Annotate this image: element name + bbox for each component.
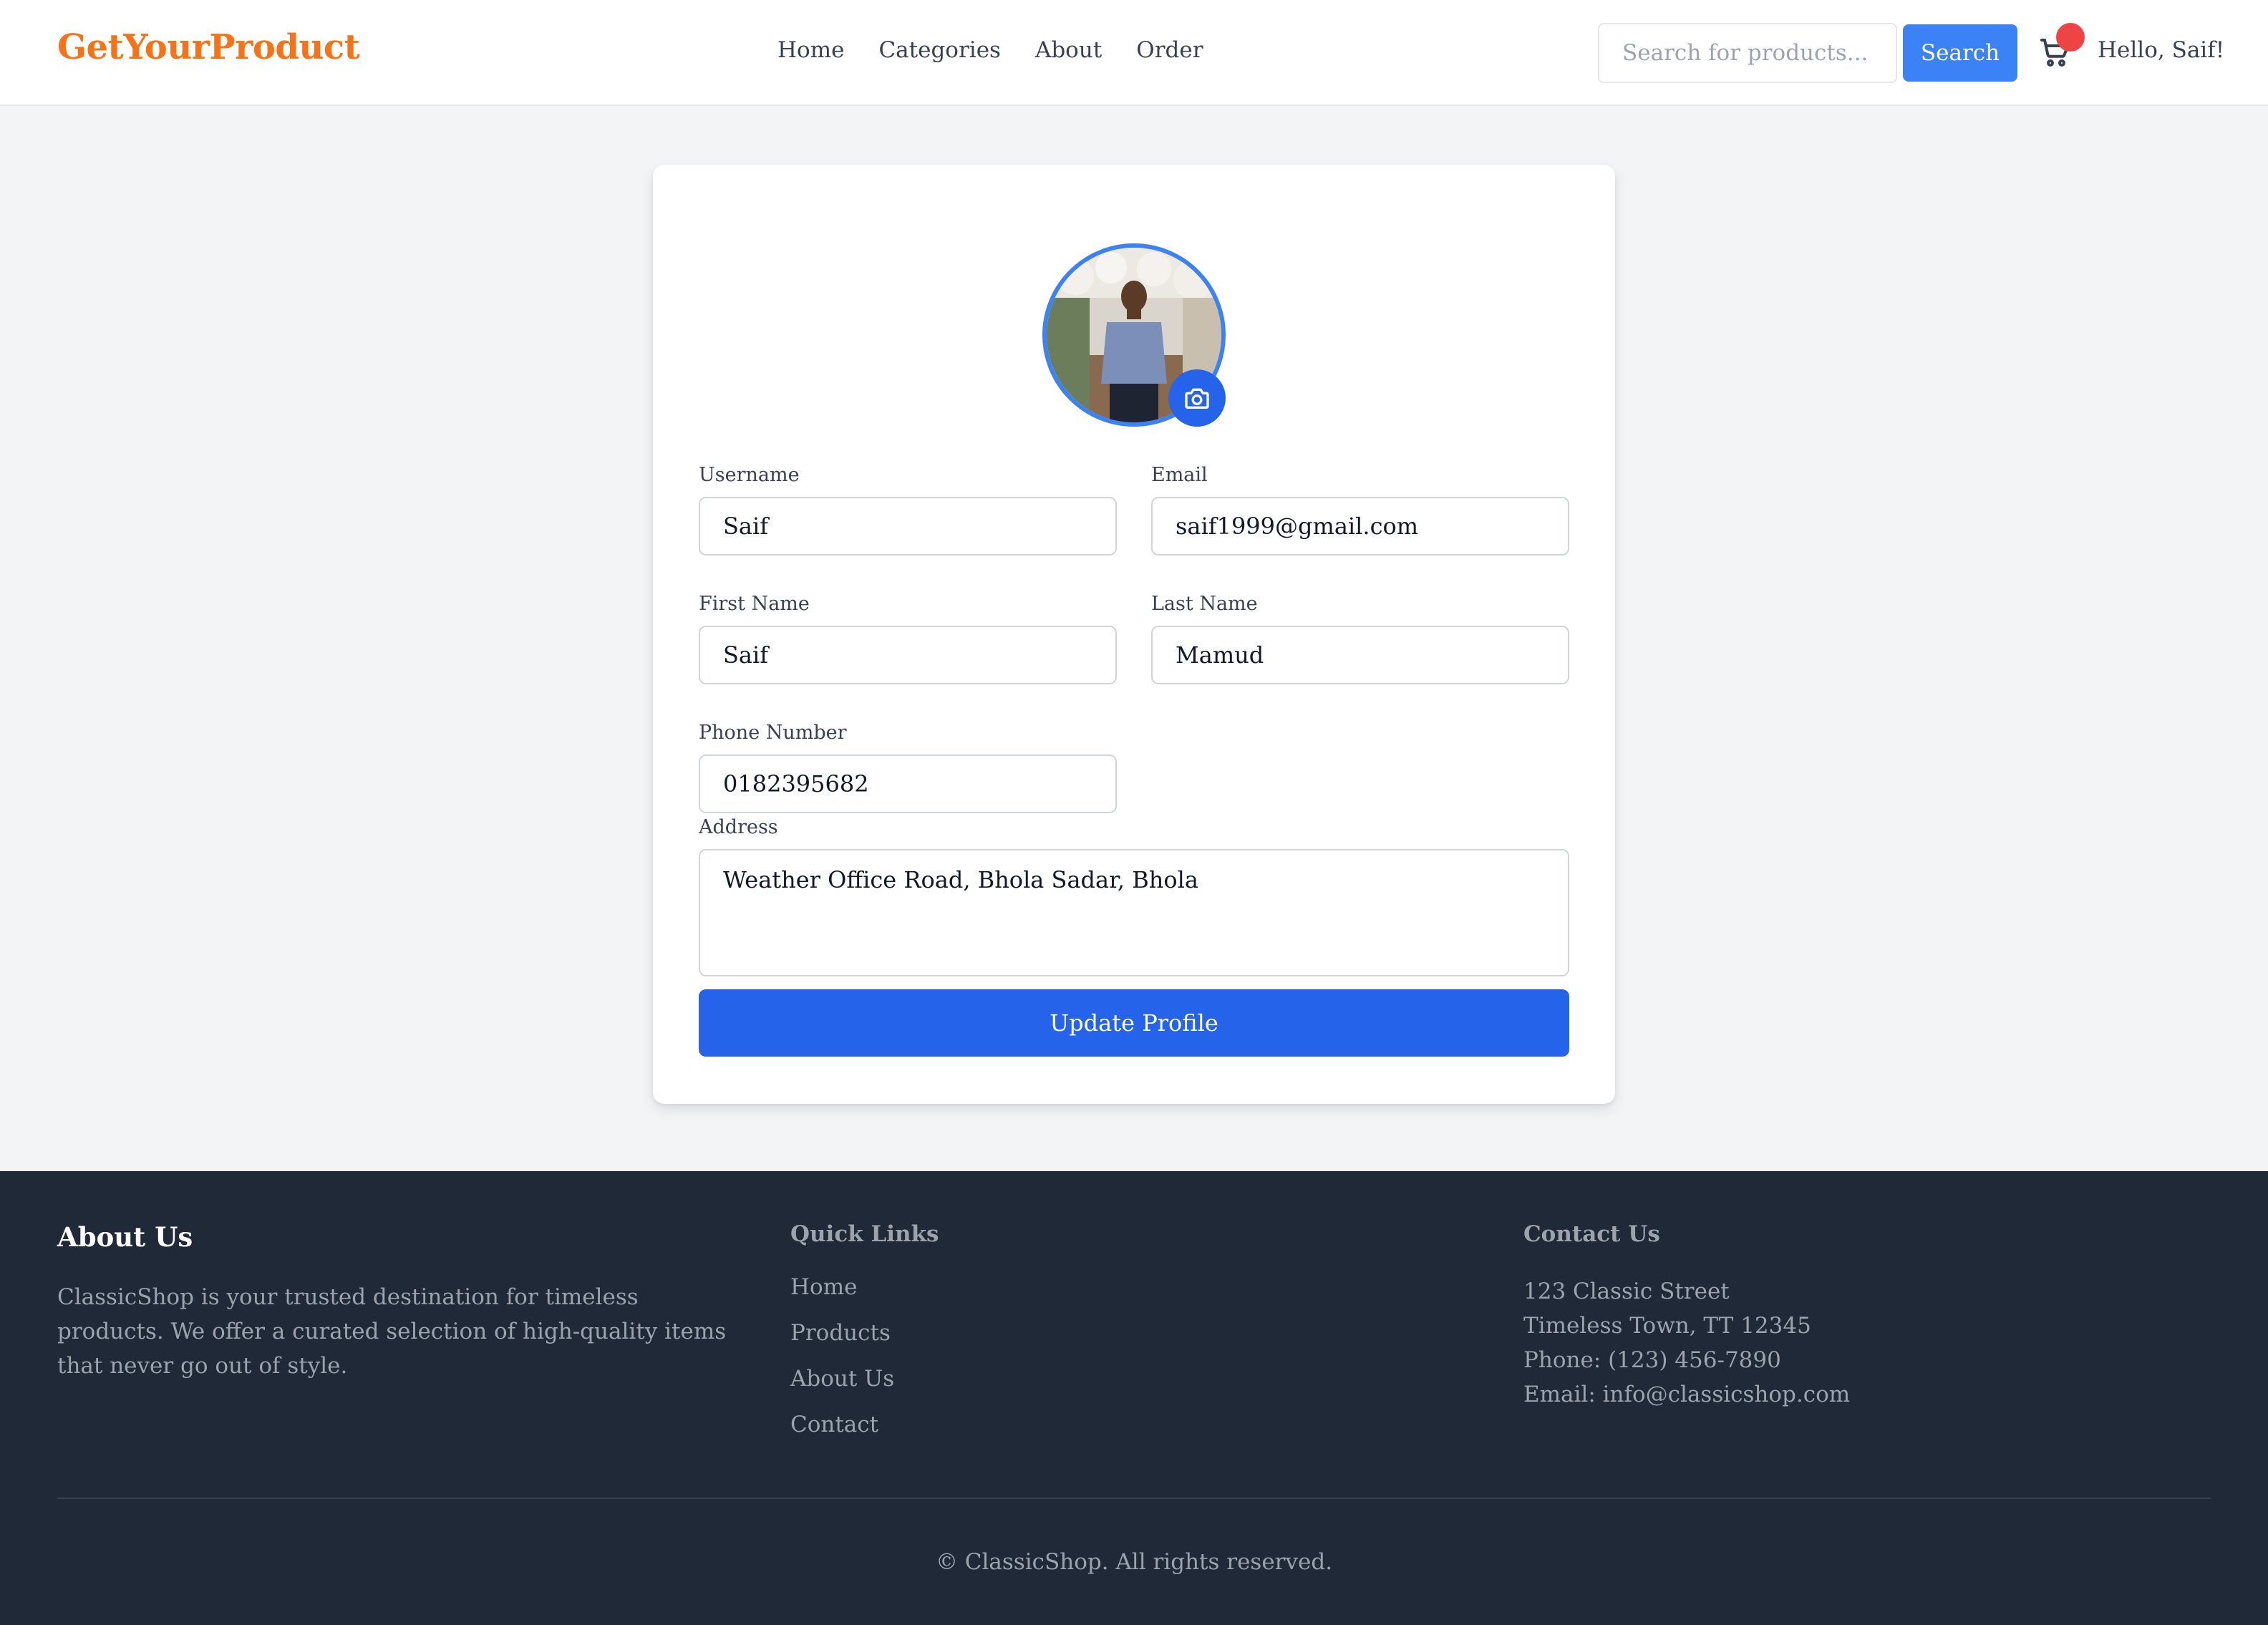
change-photo-button[interactable] <box>1168 369 1226 427</box>
address-label: Address <box>699 816 778 838</box>
cart-badge <box>2056 23 2085 52</box>
footer-divider <box>57 1498 2211 1499</box>
phone-field[interactable]: 0182395682 <box>699 755 1117 813</box>
brand-logo[interactable]: GetYourProduct <box>57 27 360 67</box>
footer-link-contact[interactable]: Contact <box>790 1402 1220 1447</box>
search-input[interactable] <box>1598 23 1897 83</box>
nav-categories[interactable]: Categories <box>878 37 1001 63</box>
avatar-container <box>1042 243 1226 427</box>
footer-contact-street: 123 Classic Street <box>1523 1279 1730 1304</box>
first-name-label: First Name <box>699 593 810 615</box>
nav-about[interactable]: About <box>1035 37 1102 63</box>
update-profile-button[interactable]: Update Profile <box>699 989 1569 1057</box>
site-header: GetYourProduct Home Categories About Ord… <box>0 0 2268 106</box>
last-name-label: Last Name <box>1151 593 1258 615</box>
search-button[interactable]: Search <box>1903 24 2017 82</box>
footer-contact-town: Timeless Town, TT 12345 <box>1523 1313 1811 1339</box>
footer-link-products[interactable]: Products <box>790 1310 1220 1356</box>
email-label: Email <box>1151 464 1208 486</box>
address-field[interactable]: Weather Office Road, Bhola Sadar, Bhola <box>699 849 1569 976</box>
last-name-field[interactable]: Mamud <box>1151 626 1569 684</box>
footer-about: About Us ClassicShop is your trusted des… <box>57 1221 730 1383</box>
footer-contact: Contact Us 123 Classic Street Timeless T… <box>1523 1221 2168 1412</box>
nav-order[interactable]: Order <box>1136 37 1203 63</box>
footer-contact-email: Email: info@classicshop.com <box>1523 1382 1851 1407</box>
email-field[interactable]: saif1999@gmail.com <box>1151 497 1569 556</box>
first-name-field[interactable]: Saif <box>699 626 1117 684</box>
profile-card: Username Saif Email saif1999@gmail.com F… <box>653 165 1615 1104</box>
username-field[interactable]: Saif <box>699 497 1117 556</box>
footer-quick-links: Quick Links Home Products About Us Conta… <box>790 1221 1220 1447</box>
footer-contact-title: Contact Us <box>1523 1221 1660 1247</box>
footer-links-title: Quick Links <box>790 1221 939 1247</box>
footer-link-home[interactable]: Home <box>790 1264 1220 1310</box>
footer-about-title: About Us <box>57 1221 193 1253</box>
footer-link-about-us[interactable]: About Us <box>790 1356 1220 1402</box>
camera-icon <box>1185 388 1209 409</box>
username-label: Username <box>699 464 800 486</box>
phone-label: Phone Number <box>699 722 847 744</box>
nav-home[interactable]: Home <box>777 37 844 63</box>
footer-contact-phone: Phone: (123) 456-7890 <box>1523 1347 1781 1373</box>
user-greeting[interactable]: Hello, Saif! <box>2098 37 2224 63</box>
main-nav: Home Categories About Order <box>777 37 1238 63</box>
copyright-text: © ClassicShop. All rights reserved. <box>935 1549 1333 1575</box>
footer-about-text: ClassicShop is your trusted destination … <box>57 1284 727 1379</box>
site-footer: About Us ClassicShop is your trusted des… <box>0 1171 2268 1625</box>
